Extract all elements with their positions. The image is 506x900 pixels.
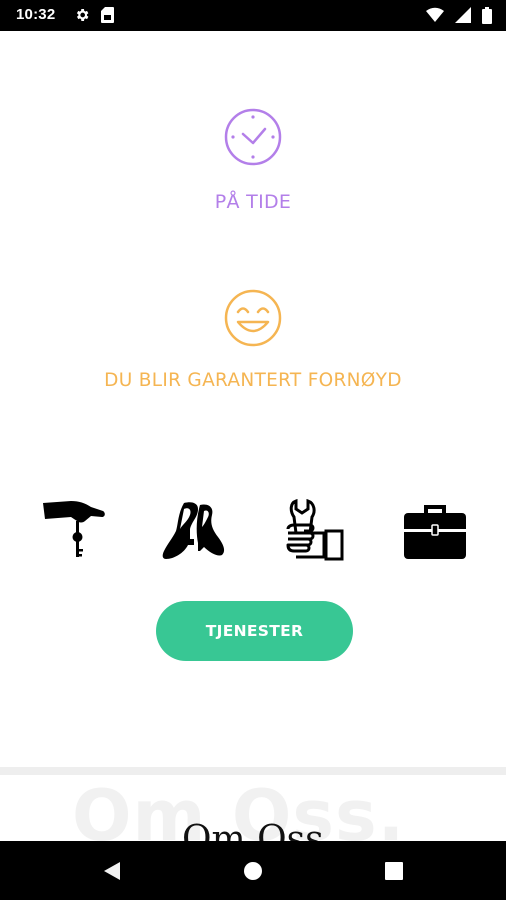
recents-icon[interactable] — [384, 861, 404, 881]
about-section: Om Oss. Om Oss — [0, 775, 506, 841]
section-divider — [0, 767, 506, 775]
about-title: Om Oss — [182, 819, 324, 841]
feature-title: DU BLIR GARANTERT FORNØYD — [104, 370, 402, 391]
status-time: 10:32 — [16, 6, 56, 23]
back-icon[interactable] — [102, 861, 122, 881]
clock-icon — [224, 108, 282, 166]
feature-satisfaction: DU BLIR GARANTERT FORNØYD — [0, 288, 506, 391]
shoes-icon — [162, 502, 225, 559]
gear-icon — [76, 9, 89, 21]
fist-with-wrench-icon — [286, 499, 344, 561]
briefcase-icon — [404, 505, 466, 559]
home-icon[interactable] — [243, 861, 263, 881]
services-button[interactable]: TJENESTER — [156, 601, 353, 661]
main-content[interactable]: PÅ TIDE DU BLIR GARANTERT FORNØYD TJENES… — [0, 31, 506, 841]
hand-with-keys-icon — [43, 501, 105, 557]
feature-title: PÅ TIDE — [214, 191, 292, 213]
sim-card-icon — [101, 7, 115, 23]
service-icons-row — [0, 499, 506, 569]
navigation-bar — [0, 841, 506, 900]
battery-icon — [482, 7, 492, 24]
wifi-icon — [425, 7, 444, 23]
feature-on-time: PÅ TIDE — [0, 107, 506, 213]
signal-icon — [454, 7, 471, 23]
status-bar: 10:32 — [0, 0, 506, 31]
smiley-icon — [224, 289, 282, 347]
